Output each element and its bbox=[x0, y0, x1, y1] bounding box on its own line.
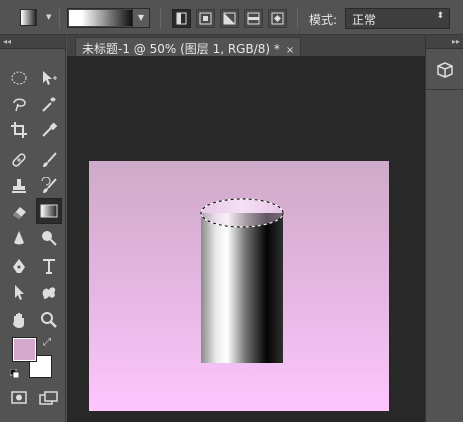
toolbox-collapse-icon[interactable]: ◂◂ bbox=[0, 35, 65, 49]
right-panel-dock: ▸▸ bbox=[425, 35, 463, 422]
tools-panel: ◂◂ ⤢ bbox=[0, 35, 66, 422]
gradient-tool-preset-icon[interactable] bbox=[20, 9, 37, 26]
close-tab-icon[interactable]: × bbox=[286, 45, 294, 56]
gradient-picker[interactable]: ▼ bbox=[67, 8, 150, 28]
canvas-area[interactable] bbox=[67, 56, 425, 422]
foreground-color-swatch[interactable] bbox=[12, 337, 37, 362]
document-tab-bar: 未标题-1 @ 50% (图层 1, RGB/8) * × bbox=[67, 35, 425, 56]
updown-arrows-icon: ⬍ bbox=[436, 11, 444, 21]
zoom-tool-icon[interactable] bbox=[36, 307, 62, 333]
history-brush-icon[interactable] bbox=[36, 173, 62, 199]
dock-divider bbox=[426, 89, 463, 90]
swap-colors-icon[interactable]: ⤢ bbox=[43, 337, 51, 348]
move-tool-icon[interactable] bbox=[36, 65, 62, 91]
gradient-preview[interactable] bbox=[69, 10, 132, 26]
options-separator bbox=[59, 7, 60, 29]
document-tab-title: 未标题-1 @ 50% (图层 1, RGB/8) * bbox=[82, 42, 280, 56]
artboard[interactable] bbox=[89, 161, 389, 411]
angle-gradient-icon[interactable] bbox=[220, 9, 239, 28]
eraser-tool-icon[interactable] bbox=[6, 199, 32, 225]
3d-cube-panel-icon[interactable] bbox=[432, 57, 458, 83]
pen-tool-icon[interactable] bbox=[6, 253, 32, 279]
options-bar: ▼ ▼ 模式: 正常 ⬍ bbox=[0, 0, 463, 35]
healing-brush-icon[interactable] bbox=[6, 147, 32, 173]
reflected-gradient-icon[interactable] bbox=[244, 9, 263, 28]
options-separator bbox=[160, 7, 161, 29]
gradient-dropdown-icon[interactable]: ▼ bbox=[132, 9, 149, 27]
blend-mode-value: 正常 bbox=[352, 13, 377, 27]
blur-tool-icon[interactable] bbox=[6, 225, 32, 251]
document-tab[interactable]: 未标题-1 @ 50% (图层 1, RGB/8) * × bbox=[75, 37, 302, 56]
magic-wand-icon[interactable] bbox=[36, 91, 62, 117]
lasso-tool-icon[interactable] bbox=[6, 91, 32, 117]
photoshop-window: ▼ ▼ 模式: 正常 ⬍ ◂◂ ⤢ 未标题-1 @ 50% (图层 1, RGB… bbox=[0, 0, 463, 422]
type-tool-icon[interactable] bbox=[36, 253, 62, 279]
clone-stamp-icon[interactable] bbox=[6, 173, 32, 199]
cylinder-body bbox=[201, 213, 283, 363]
quick-mask-icon[interactable] bbox=[6, 385, 32, 411]
dock-collapse-icon[interactable]: ▸▸ bbox=[426, 35, 463, 49]
dodge-tool-icon[interactable] bbox=[36, 225, 62, 251]
mode-label: 模式: bbox=[309, 13, 338, 27]
default-colors-icon[interactable] bbox=[10, 369, 19, 378]
eyedropper-icon[interactable] bbox=[36, 117, 62, 143]
elliptical-marquee-icon[interactable] bbox=[6, 65, 32, 91]
brush-tool-icon[interactable] bbox=[36, 147, 62, 173]
path-selection-icon[interactable] bbox=[6, 279, 32, 305]
radial-gradient-icon[interactable] bbox=[196, 9, 215, 28]
gradient-tool-icon[interactable] bbox=[36, 198, 62, 224]
cylinder-artwork bbox=[200, 198, 284, 363]
blend-mode-select[interactable]: 正常 ⬍ bbox=[345, 8, 450, 29]
diamond-gradient-icon[interactable] bbox=[268, 9, 287, 28]
hand-tool-icon[interactable] bbox=[6, 307, 32, 333]
screen-mode-icon[interactable] bbox=[36, 385, 62, 411]
preset-dropdown-icon[interactable]: ▼ bbox=[46, 13, 51, 21]
custom-shape-icon[interactable] bbox=[36, 279, 62, 305]
options-separator bbox=[297, 7, 298, 29]
crop-tool-icon[interactable] bbox=[6, 117, 32, 143]
linear-gradient-icon[interactable] bbox=[172, 9, 191, 28]
